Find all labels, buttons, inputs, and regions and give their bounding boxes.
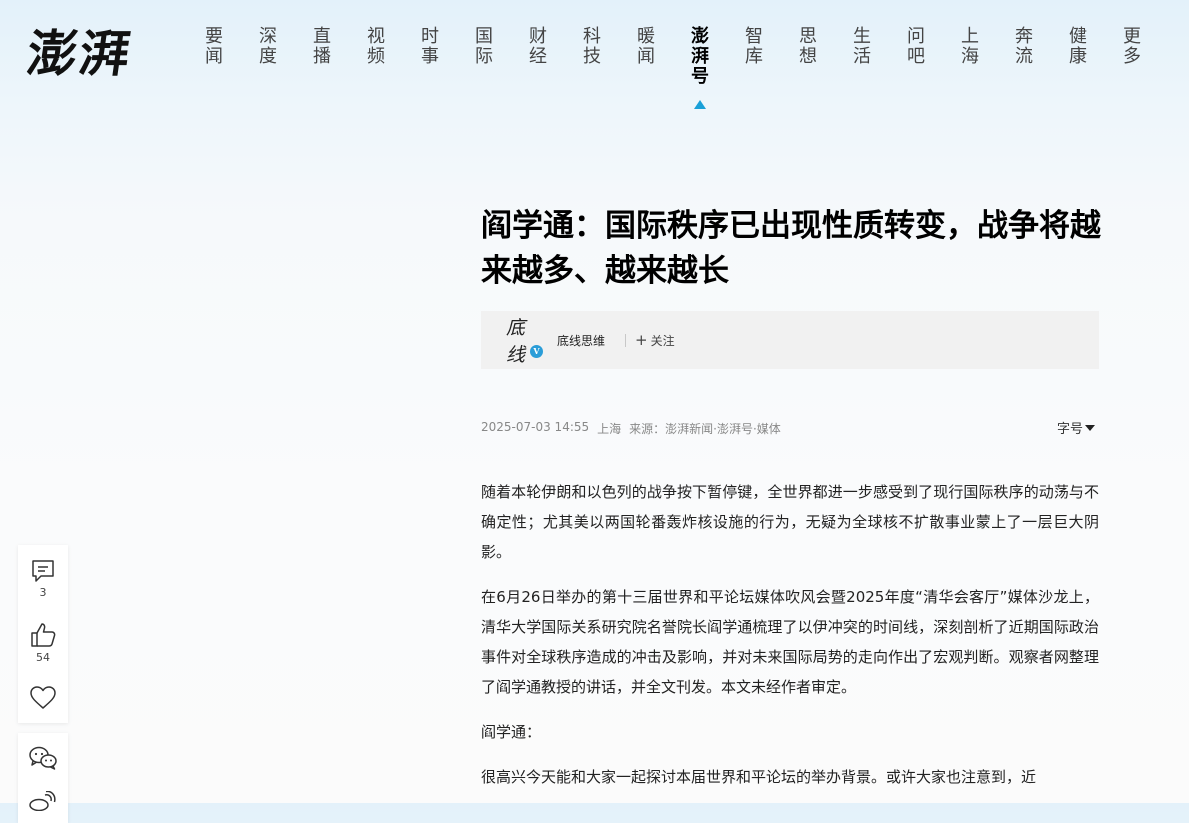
site-logo[interactable]: 澎湃: [23, 18, 143, 83]
nav-item[interactable]: 要闻: [201, 27, 227, 67]
heart-icon: [30, 686, 56, 709]
article-meta: 2025-07-03 14:55 上海 来源：澎湃新闻·澎湃号·媒体: [481, 420, 781, 437]
caret-down-icon: [1085, 424, 1096, 431]
author-name[interactable]: 底线思维: [557, 332, 605, 349]
nav-item[interactable]: 思想: [795, 27, 821, 67]
nav-item[interactable]: 深度: [255, 27, 281, 67]
article-paragraph: 随着本轮伊朗和以色列的战争按下暂停键，全世界都进一步感受到了现行国际秩序的动荡与…: [481, 483, 1099, 561]
publish-datetime: 2025-07-03 14:55: [481, 420, 590, 434]
font-size-toggle[interactable]: 字号: [1057, 418, 1096, 437]
nav-item[interactable]: 上海: [957, 27, 983, 67]
nav-item[interactable]: 健康: [1065, 27, 1091, 67]
comment-button[interactable]: 3: [18, 558, 68, 599]
article-body: 随着本轮伊朗和以色列的战争按下暂停键，全世界都进一步感受到了现行国际秩序的动荡与…: [481, 477, 1099, 807]
publish-location: 上海: [597, 422, 622, 436]
weibo-share-button[interactable]: [18, 791, 68, 811]
nav-item[interactable]: 财经: [525, 27, 551, 67]
article-source: 来源：澎湃新闻·澎湃号·媒体: [629, 422, 781, 436]
plus-icon: +: [635, 331, 648, 349]
comment-count: 3: [39, 586, 47, 599]
nav-item[interactable]: 更多: [1119, 27, 1145, 67]
wechat-share-button[interactable]: [18, 745, 68, 771]
article-paragraph: 很高兴今天能和大家一起探讨本届世界和平论坛的举办背景。或许大家也注意到，近: [481, 768, 1037, 786]
nav-item[interactable]: 时事: [417, 27, 443, 67]
like-button[interactable]: 54: [18, 621, 68, 664]
nav-item[interactable]: 视频: [363, 27, 389, 67]
nav-item[interactable]: 暖闻: [633, 27, 659, 67]
font-size-label: 字号: [1057, 422, 1084, 437]
nav-item[interactable]: 直播: [309, 27, 335, 67]
article-paragraph: 阎学通：: [481, 723, 542, 741]
comment-icon: [32, 560, 54, 582]
interaction-sidebar: 3 54: [18, 545, 68, 723]
thumbs-up-icon: [31, 623, 56, 647]
nav-item[interactable]: 生活: [849, 27, 875, 67]
nav-item[interactable]: 奔流: [1011, 27, 1037, 67]
nav-item[interactable]: 澎湃号: [687, 27, 713, 109]
nav-item[interactable]: 智库: [741, 27, 767, 67]
active-indicator-icon: [694, 100, 706, 109]
follow-button[interactable]: + 关注: [635, 331, 675, 349]
favorite-button[interactable]: [18, 685, 68, 711]
author-bar: 底线 V 底线思维 + 关注: [481, 311, 1099, 369]
author-avatar-text: 底线: [506, 317, 526, 366]
follow-label: 关注: [650, 333, 675, 348]
author-avatar[interactable]: 底线 V: [506, 317, 543, 366]
nav-item[interactable]: 科技: [579, 27, 605, 67]
weibo-icon: [29, 791, 56, 811]
article-paragraph: 在6月26日举办的第十三届世界和平论坛媒体吹风会暨2025年度“清华会客厅”媒体…: [481, 588, 1099, 696]
divider: [625, 333, 627, 347]
like-count: 54: [36, 651, 50, 664]
nav-item[interactable]: 问吧: [903, 27, 929, 67]
wechat-icon: [29, 746, 57, 770]
article-title: 阎学通：国际秩序已出现性质转变，战争将越来越多、越来越长: [481, 208, 1101, 289]
share-sidebar: [18, 733, 68, 823]
nav-item[interactable]: 国际: [471, 27, 497, 67]
verified-badge-icon: V: [530, 345, 543, 358]
